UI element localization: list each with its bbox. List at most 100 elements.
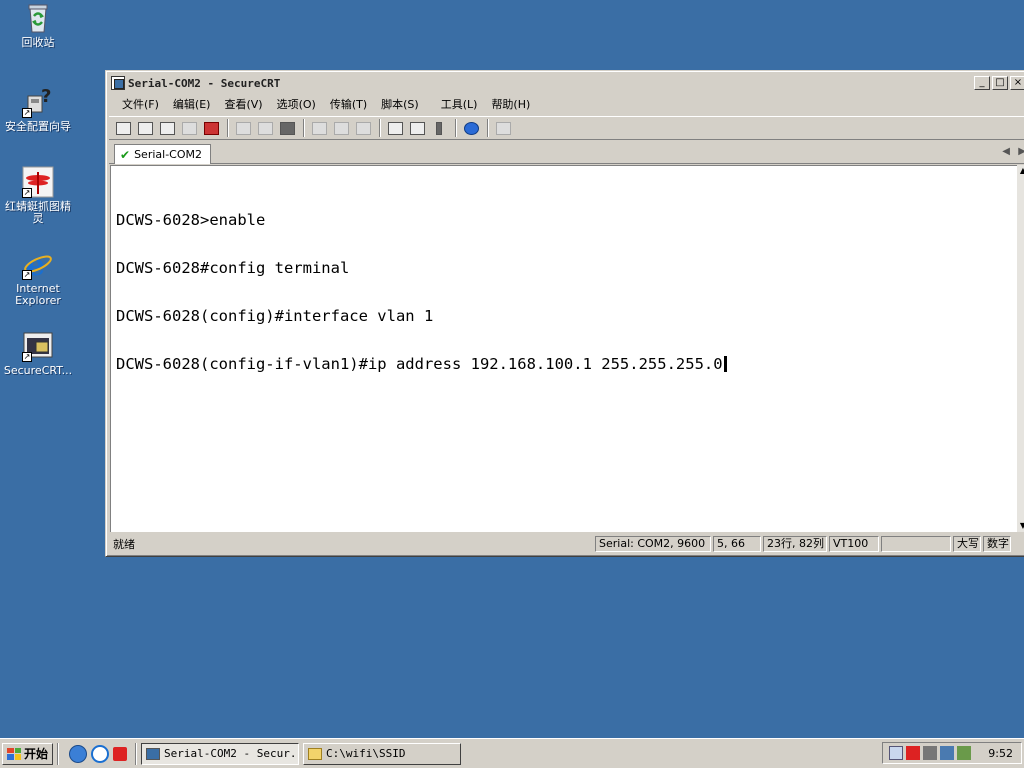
taskbar-item-folder[interactable]: C:\wifi\SSID <box>303 742 462 765</box>
desktop-icon-label: 回收站 <box>21 36 55 49</box>
text-cursor <box>723 356 727 372</box>
status-ready: 就绪 <box>113 538 135 551</box>
key-icon[interactable] <box>429 119 449 137</box>
status-blank <box>881 536 951 552</box>
paste-icon[interactable] <box>255 119 275 137</box>
keymap-icon[interactable] <box>493 119 513 137</box>
svg-text:?: ? <box>41 86 51 107</box>
terminal-line: DCWS-6028>enable <box>116 211 266 229</box>
desktop-icon-label: SecureCRT... <box>3 364 73 377</box>
window-title: Serial-COM2 - SecureCRT <box>128 76 281 90</box>
toolbar-separator <box>455 119 457 137</box>
reconnect-icon[interactable] <box>179 119 199 137</box>
start-label: 开始 <box>24 747 49 761</box>
start-button[interactable]: 开始 <box>2 742 54 765</box>
ie-icon: e ↗ <box>22 248 54 283</box>
copy-icon[interactable] <box>233 119 253 137</box>
dragonfly-tray-icon[interactable] <box>906 746 920 760</box>
disconnect-icon[interactable] <box>201 119 221 137</box>
toolbar-separator <box>227 119 229 137</box>
securecrt-app-icon[interactable] <box>111 76 125 90</box>
desktop-icon-dragonfly[interactable]: ↗ 红蜻蜓抓图精灵 <box>0 166 76 225</box>
menu-help[interactable]: 帮助(H) <box>484 94 537 114</box>
minimize-button[interactable]: _ <box>974 76 990 90</box>
menu-edit[interactable]: 编辑(E) <box>166 94 218 114</box>
close-button[interactable]: × <box>1010 76 1024 90</box>
network-tray-icon[interactable] <box>940 746 954 760</box>
title-bar[interactable]: Serial-COM2 - SecureCRT _ □ × <box>109 74 1024 92</box>
connected-check-icon: ✔ <box>120 147 131 162</box>
terminal-output[interactable]: DCWS-6028>enable DCWS-6028#config termin… <box>110 165 1017 532</box>
shortcut-arrow-icon: ↗ <box>22 270 32 280</box>
desktop-icon-internet-explorer[interactable]: e ↗ Internet Explorer <box>0 248 76 307</box>
taskbar: 开始 Serial-COM2 - Secur... C:\wifi\SSID 9… <box>0 738 1024 768</box>
toolbar-separator <box>487 119 489 137</box>
shortcut-arrow-icon: ↗ <box>22 188 32 198</box>
session-options-icon[interactable] <box>385 119 405 137</box>
ie-quicklaunch-icon[interactable] <box>91 744 110 763</box>
recycle-bin-icon <box>22 2 54 34</box>
scroll-down-icon[interactable]: ▼ <box>1017 520 1024 532</box>
java-tray-icon[interactable] <box>889 746 903 760</box>
show-desktop-icon[interactable] <box>69 744 88 763</box>
shortcut-arrow-icon: ↗ <box>22 108 32 118</box>
vmware-tray-icon[interactable] <box>923 746 937 760</box>
terminal-line: DCWS-6028(config)#interface vlan 1 <box>116 307 434 325</box>
status-emulation: VT100 <box>829 536 879 552</box>
shortcut-arrow-icon: ↗ <box>22 352 32 362</box>
securecrt-icon: ↗ <box>22 330 54 362</box>
securecrt-window: Serial-COM2 - SecureCRT _ □ × 文件(F) 编辑(E… <box>105 70 1024 557</box>
status-num-lock: 数字 <box>983 536 1011 552</box>
dragonfly-quicklaunch-icon[interactable] <box>113 746 128 761</box>
sftp-icon[interactable] <box>407 119 427 137</box>
taskbar-item-securecrt[interactable]: Serial-COM2 - Secur... <box>141 742 300 765</box>
taskbar-separator <box>135 742 138 765</box>
scroll-up-icon[interactable]: ▲ <box>1017 165 1024 177</box>
menu-view[interactable]: 查看(V) <box>217 94 269 114</box>
maximize-button[interactable]: □ <box>992 76 1008 90</box>
folder-icon <box>308 747 323 760</box>
desktop-icon-security-wizard[interactable]: ? ↗ 安全配置向导 <box>0 86 76 133</box>
desktop-icon-securecrt[interactable]: ↗ SecureCRT... <box>0 330 76 377</box>
toolbar-separator <box>379 119 381 137</box>
terminal-line-current: DCWS-6028(config-if-vlan1)#ip address 19… <box>116 356 1017 372</box>
status-connection: Serial: COM2, 9600 <box>595 536 711 552</box>
menu-tools[interactable]: 工具(L) <box>434 94 485 114</box>
menu-transfer[interactable]: 传输(T) <box>323 94 374 114</box>
safely-remove-tray-icon[interactable] <box>957 746 971 760</box>
taskbar-separator <box>57 742 60 765</box>
print-icon[interactable] <box>309 119 329 137</box>
securecrt-task-icon <box>146 747 161 760</box>
help-icon[interactable] <box>461 119 481 137</box>
vertical-scrollbar[interactable]: ▲ ▼ <box>1017 165 1024 532</box>
task-label: C:\wifi\SSID <box>326 747 406 760</box>
desktop-icon-label: 安全配置向导 <box>5 120 71 133</box>
menu-file[interactable]: 文件(F) <box>115 94 166 114</box>
print-selection-icon[interactable] <box>331 119 351 137</box>
menu-bar: 文件(F) 编辑(E) 查看(V) 选项(O) 传输(T) 脚本(S) 工具(L… <box>109 94 1024 114</box>
clock[interactable]: 9:52 <box>988 747 1013 760</box>
quick-launch <box>69 744 131 763</box>
dragonfly-capture-icon: ↗ <box>22 166 54 198</box>
menu-options[interactable]: 选项(O) <box>270 94 323 114</box>
tab-label: Serial-COM2 <box>134 148 202 161</box>
print-setup-icon[interactable] <box>353 119 373 137</box>
tab-scroll-right-icon[interactable]: ▶ <box>1018 146 1024 157</box>
tab-bar: ✔ Serial-COM2 ◀ ▶ <box>109 142 1024 164</box>
find-icon[interactable] <box>277 119 297 137</box>
tab-scroll-left-icon[interactable]: ◀ <box>1002 146 1010 157</box>
desktop-icon-recycle-bin[interactable]: 回收站 <box>0 2 76 49</box>
quick-connect-icon[interactable] <box>135 119 155 137</box>
task-label: Serial-COM2 - Secur... <box>164 747 300 760</box>
connect-in-tab-icon[interactable] <box>157 119 177 137</box>
terminal-line-text: DCWS-6028(config-if-vlan1)#ip address 19… <box>116 355 723 373</box>
security-wizard-icon: ? ↗ <box>22 86 54 118</box>
status-bar: 就绪 Serial: COM2, 9600 5, 66 23行, 82列 VT1… <box>109 534 1024 554</box>
connect-icon[interactable] <box>113 119 133 137</box>
terminal-line: DCWS-6028#config terminal <box>116 259 350 277</box>
status-terminal-size: 23行, 82列 <box>763 536 827 552</box>
toolbar-separator <box>303 119 305 137</box>
desktop-icon-label: 红蜻蜓抓图精灵 <box>5 200 71 225</box>
tab-serial-com2[interactable]: ✔ Serial-COM2 <box>114 144 211 164</box>
menu-script[interactable]: 脚本(S) <box>374 94 426 114</box>
